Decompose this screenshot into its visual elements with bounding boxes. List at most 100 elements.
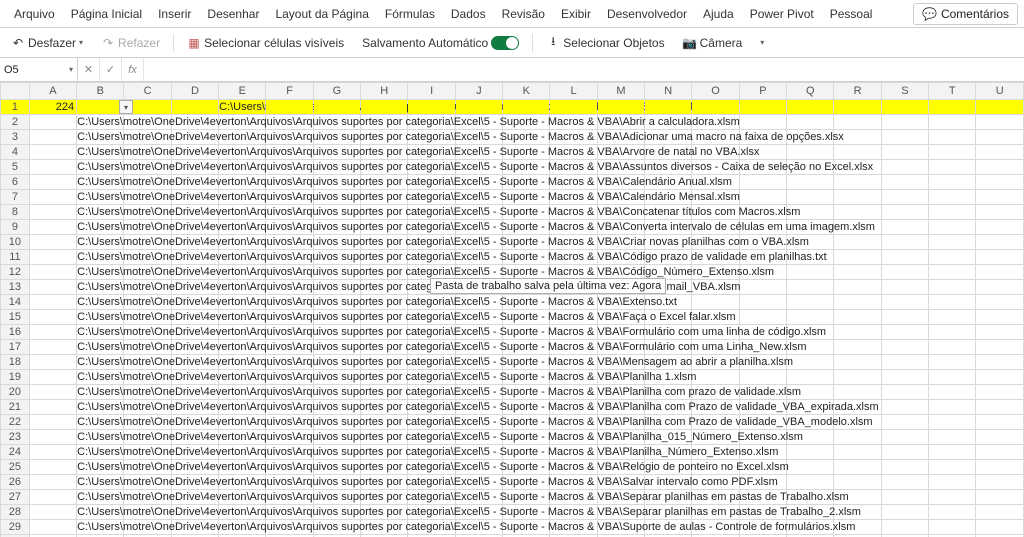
redo-button[interactable]: ↷ Refazer bbox=[96, 33, 165, 53]
cell[interactable] bbox=[124, 190, 171, 205]
cell[interactable] bbox=[313, 265, 360, 280]
cell[interactable] bbox=[834, 145, 881, 160]
cell[interactable] bbox=[597, 130, 644, 145]
cell[interactable] bbox=[645, 115, 692, 130]
cell[interactable] bbox=[503, 250, 550, 265]
cell[interactable] bbox=[171, 340, 218, 355]
cell[interactable] bbox=[645, 190, 692, 205]
cell[interactable] bbox=[597, 430, 644, 445]
cell[interactable] bbox=[124, 295, 171, 310]
cell[interactable] bbox=[455, 385, 502, 400]
cell[interactable] bbox=[645, 325, 692, 340]
cell[interactable] bbox=[645, 520, 692, 535]
cell[interactable] bbox=[313, 520, 360, 535]
cell[interactable] bbox=[408, 520, 455, 535]
cell[interactable] bbox=[976, 100, 1024, 115]
cell[interactable] bbox=[313, 340, 360, 355]
cell[interactable] bbox=[408, 235, 455, 250]
cell[interactable] bbox=[171, 505, 218, 520]
cell[interactable] bbox=[834, 325, 881, 340]
cell[interactable] bbox=[29, 280, 76, 295]
cell[interactable] bbox=[124, 325, 171, 340]
cell[interactable] bbox=[645, 160, 692, 175]
cell[interactable] bbox=[361, 205, 408, 220]
cell[interactable] bbox=[124, 205, 171, 220]
cell[interactable] bbox=[881, 430, 928, 445]
cell[interactable] bbox=[645, 310, 692, 325]
cell[interactable] bbox=[739, 205, 786, 220]
cell[interactable] bbox=[408, 490, 455, 505]
cell[interactable] bbox=[503, 100, 550, 115]
cell[interactable] bbox=[834, 175, 881, 190]
cell[interactable] bbox=[929, 505, 976, 520]
cell[interactable] bbox=[976, 415, 1024, 430]
cell[interactable] bbox=[787, 220, 834, 235]
cell[interactable] bbox=[266, 355, 313, 370]
cell[interactable] bbox=[219, 220, 266, 235]
cell[interactable] bbox=[550, 220, 597, 235]
cell[interactable] bbox=[266, 505, 313, 520]
cell[interactable] bbox=[692, 280, 739, 295]
cell[interactable] bbox=[645, 355, 692, 370]
cell[interactable] bbox=[408, 130, 455, 145]
cell[interactable] bbox=[881, 190, 928, 205]
cell[interactable] bbox=[881, 205, 928, 220]
cell[interactable] bbox=[976, 370, 1024, 385]
cell[interactable] bbox=[361, 505, 408, 520]
cell[interactable] bbox=[219, 130, 266, 145]
row-header[interactable]: 16 bbox=[1, 325, 30, 340]
cell[interactable] bbox=[219, 310, 266, 325]
cell[interactable] bbox=[77, 100, 124, 115]
cell[interactable] bbox=[787, 190, 834, 205]
cell[interactable] bbox=[739, 100, 786, 115]
cell[interactable] bbox=[597, 520, 644, 535]
cell[interactable] bbox=[929, 400, 976, 415]
cell[interactable] bbox=[124, 280, 171, 295]
cell[interactable] bbox=[550, 490, 597, 505]
select-objects-button[interactable]: ⭳ Selecionar Objetos bbox=[541, 33, 669, 53]
cell[interactable] bbox=[597, 145, 644, 160]
cell[interactable] bbox=[834, 100, 881, 115]
undo-button[interactable]: ↶ Desfazer ▾ bbox=[6, 33, 88, 53]
cell[interactable] bbox=[124, 385, 171, 400]
cell[interactable] bbox=[645, 235, 692, 250]
cell[interactable] bbox=[692, 520, 739, 535]
column-header-B[interactable]: B bbox=[77, 83, 124, 100]
cell[interactable] bbox=[881, 445, 928, 460]
cell[interactable] bbox=[361, 490, 408, 505]
cell[interactable] bbox=[266, 325, 313, 340]
cell[interactable] bbox=[976, 505, 1024, 520]
cell[interactable] bbox=[313, 355, 360, 370]
cell[interactable] bbox=[455, 115, 502, 130]
cell[interactable] bbox=[739, 370, 786, 385]
cell[interactable] bbox=[597, 295, 644, 310]
cell[interactable] bbox=[408, 385, 455, 400]
cell[interactable] bbox=[645, 175, 692, 190]
cell[interactable] bbox=[313, 160, 360, 175]
cell[interactable] bbox=[408, 100, 455, 115]
cell[interactable] bbox=[881, 280, 928, 295]
cell[interactable] bbox=[503, 175, 550, 190]
row-header[interactable]: 14 bbox=[1, 295, 30, 310]
select-all-corner[interactable] bbox=[1, 83, 30, 100]
cell[interactable] bbox=[313, 235, 360, 250]
cell[interactable] bbox=[834, 250, 881, 265]
cell[interactable] bbox=[266, 235, 313, 250]
cell[interactable]: C:\Users\motre\OneDrive\4everton\Arquivo… bbox=[77, 160, 124, 175]
row-header[interactable]: 11 bbox=[1, 250, 30, 265]
cell[interactable] bbox=[408, 505, 455, 520]
menu-item-arquivo[interactable]: Arquivo bbox=[6, 3, 63, 25]
cell[interactable] bbox=[29, 250, 76, 265]
cell[interactable] bbox=[313, 385, 360, 400]
cell[interactable] bbox=[550, 145, 597, 160]
cell[interactable] bbox=[29, 505, 76, 520]
cell[interactable] bbox=[219, 415, 266, 430]
cell[interactable] bbox=[834, 400, 881, 415]
menu-item-f-rmulas[interactable]: Fórmulas bbox=[377, 3, 443, 25]
cell[interactable] bbox=[361, 145, 408, 160]
cell[interactable] bbox=[645, 385, 692, 400]
cell[interactable] bbox=[692, 265, 739, 280]
cell[interactable] bbox=[266, 265, 313, 280]
cell[interactable] bbox=[124, 310, 171, 325]
cell[interactable] bbox=[29, 235, 76, 250]
